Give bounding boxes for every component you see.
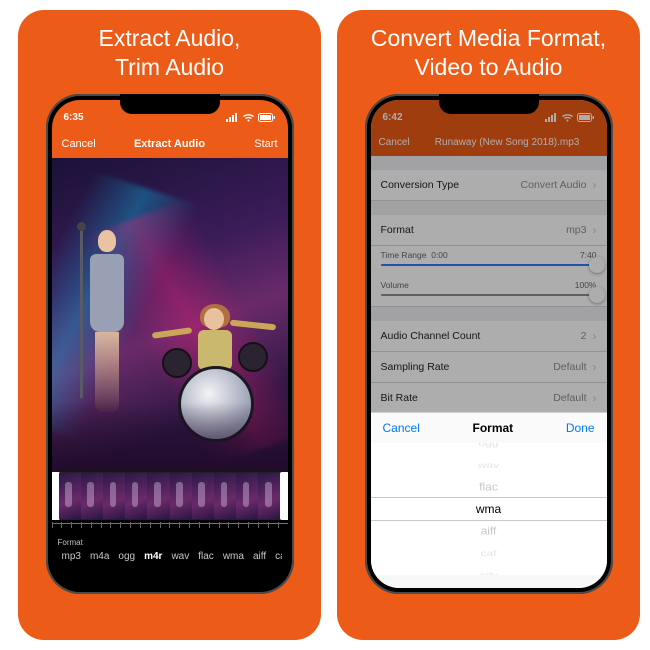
phone-frame: 6:35 Cancel Extract Audio Start xyxy=(46,94,294,594)
trim-handle-right[interactable] xyxy=(281,473,288,519)
filename-label: Runaway (New Song 2018).mp3 xyxy=(416,137,599,148)
time-range-slider[interactable] xyxy=(381,264,597,266)
screen-title: Extract Audio xyxy=(108,138,232,150)
wheel-option-wav[interactable]: wav xyxy=(371,457,607,472)
trim-filmstrip[interactable] xyxy=(52,472,288,520)
format-options[interactable]: mp3m4aoggm4rwavflacwmaaiffcaf xyxy=(58,551,282,562)
volume-slider[interactable] xyxy=(381,294,597,296)
signal-icon xyxy=(226,113,239,122)
chevron-right-icon: › xyxy=(593,391,597,405)
status-icons xyxy=(545,113,595,122)
start-button[interactable]: Start xyxy=(232,138,278,150)
panel-title: Convert Media Format, Video to Audio xyxy=(371,24,606,82)
wheel-option-caf[interactable]: caf xyxy=(371,545,607,560)
notch xyxy=(439,94,539,114)
format-option-m4r[interactable]: m4r xyxy=(140,551,166,562)
signal-icon xyxy=(545,113,558,122)
format-wheel[interactable]: ogg wav flacwmaaiff caf adv xyxy=(371,443,607,575)
row-volume: Volume 100% xyxy=(371,276,607,290)
panel-title: Extract Audio, Trim Audio xyxy=(99,24,241,82)
format-option-aiff[interactable]: aiff xyxy=(249,551,270,562)
format-option-caf[interactable]: caf xyxy=(271,551,281,562)
row-bit-rate[interactable]: Bit Rate Default › xyxy=(371,383,607,414)
format-option-mp3[interactable]: mp3 xyxy=(58,551,85,562)
nav-bar: Cancel Extract Audio Start xyxy=(52,130,288,158)
wheel-option-flac[interactable]: flac xyxy=(371,477,607,497)
row-conversion-type[interactable]: Conversion Type Convert Audio › xyxy=(371,170,607,201)
format-picker-row[interactable]: Format mp3m4aoggm4rwavflacwmaaiffcaf xyxy=(52,534,288,586)
screen-convert: 6:42 Cancel Runaway (New Song 2018).mp3 … xyxy=(371,100,607,588)
format-label: Format xyxy=(58,538,282,547)
row-time-range: Time Range 0:00 7:40 xyxy=(371,246,607,260)
trim-handle-left[interactable] xyxy=(52,473,59,519)
battery-icon xyxy=(577,113,595,122)
chevron-right-icon: › xyxy=(593,360,597,374)
video-preview[interactable] xyxy=(52,158,288,472)
wheel-option-wma[interactable]: wma xyxy=(371,498,607,520)
format-option-ogg[interactable]: ogg xyxy=(114,551,139,562)
phone-frame: 6:42 Cancel Runaway (New Song 2018).mp3 … xyxy=(365,94,613,594)
row-channel-count[interactable]: Audio Channel Count 2 › xyxy=(371,321,607,352)
format-option-flac[interactable]: flac xyxy=(194,551,218,562)
picker-done-button[interactable]: Done xyxy=(566,421,595,435)
screen-extract-audio: 6:35 Cancel Extract Audio Start xyxy=(52,100,288,588)
chevron-right-icon: › xyxy=(593,223,597,237)
wifi-icon xyxy=(561,113,574,122)
wheel-option-aiff[interactable]: aiff xyxy=(371,521,607,541)
notch xyxy=(120,94,220,114)
time-ruler xyxy=(52,520,288,534)
clock: 6:35 xyxy=(64,112,84,123)
promo-panel-convert: Convert Media Format, Video to Audio 6:4… xyxy=(337,10,640,640)
picker-cancel-button[interactable]: Cancel xyxy=(383,421,420,435)
battery-icon xyxy=(258,113,276,122)
slider-knob[interactable] xyxy=(589,257,605,273)
cancel-button[interactable]: Cancel xyxy=(62,138,108,150)
row-sampling-rate[interactable]: Sampling Rate Default › xyxy=(371,352,607,383)
format-option-wav[interactable]: wav xyxy=(167,551,193,562)
clock: 6:42 xyxy=(383,112,403,123)
cancel-button[interactable]: Cancel xyxy=(379,137,410,148)
picker-title: Format xyxy=(473,421,514,435)
format-option-wma[interactable]: wma xyxy=(219,551,248,562)
slider-knob[interactable] xyxy=(589,287,605,303)
wifi-icon xyxy=(242,113,255,122)
nav-bar: Cancel Runaway (New Song 2018).mp3 xyxy=(371,130,607,156)
chevron-right-icon: › xyxy=(593,329,597,343)
format-picker-sheet: Cancel Format Done ogg wav flacwmaaiff caf a… xyxy=(371,412,607,588)
promo-panel-extract: Extract Audio, Trim Audio 6:35 Cancel Ex… xyxy=(18,10,321,640)
wheel-option-adv[interactable]: adv xyxy=(371,567,607,575)
format-option-m4a[interactable]: m4a xyxy=(86,551,113,562)
row-format[interactable]: Format mp3 › xyxy=(371,215,607,246)
wheel-option-ogg[interactable]: ogg xyxy=(371,443,607,451)
chevron-right-icon: › xyxy=(593,178,597,192)
status-icons xyxy=(226,113,276,122)
